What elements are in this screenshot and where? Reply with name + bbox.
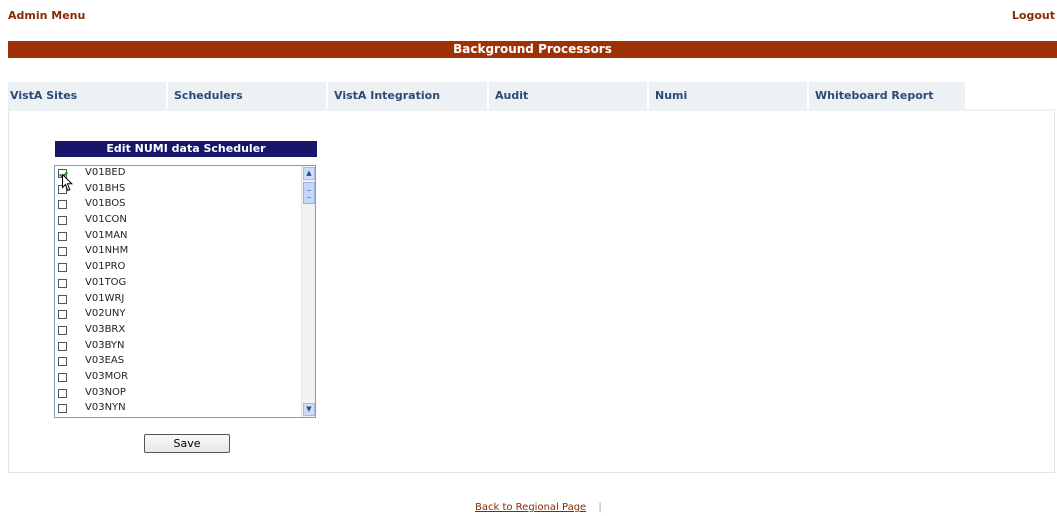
site-code-label: V01PRO (85, 261, 126, 273)
admin-menu-link[interactable]: Admin Menu (8, 9, 85, 22)
site-checkbox-row[interactable]: V01WRJ (55, 292, 301, 308)
site-code-label: V03MOR (85, 370, 129, 382)
page-title: Background Processors (8, 41, 1057, 58)
tab-numi[interactable]: Numi (649, 82, 807, 110)
site-code-label: V01WRJ (85, 292, 125, 304)
site-code-label: V03NYN (85, 402, 126, 414)
list-scrollbar[interactable]: ▲ ▼ (301, 166, 315, 417)
tab-bar: VistA Sites Schedulers VistA Integration… (8, 82, 967, 110)
site-checkbox[interactable] (58, 247, 67, 257)
footer-separator: | (598, 502, 602, 513)
site-checkbox[interactable] (58, 169, 67, 178)
site-checkbox-row[interactable]: V01MAN (55, 229, 301, 245)
site-checkbox[interactable] (58, 357, 67, 367)
site-checkbox-row[interactable]: V02UNY (55, 307, 301, 323)
site-code-label: V03BRX (85, 323, 126, 335)
scroll-up-arrow-icon[interactable]: ▲ (303, 167, 315, 180)
site-checkbox[interactable] (58, 310, 67, 320)
site-checkbox-row[interactable]: V03NYN (55, 401, 301, 417)
site-code-label: V03NOP (85, 386, 126, 398)
site-checkbox-row[interactable]: V03NOP (55, 386, 301, 402)
site-checkbox-row[interactable]: V03BRX (55, 323, 301, 339)
site-checkbox-row[interactable]: V03EAS (55, 354, 301, 370)
site-list-items: V01BED V01BHS V01BOS V01CON V01MAN V01NHM V01P… (55, 166, 301, 417)
tab-vista-sites[interactable]: VistA Sites (8, 82, 166, 110)
tab-vista-integration[interactable]: VistA Integration (328, 82, 487, 110)
tab-schedulers[interactable]: Schedulers (168, 82, 326, 110)
site-code-label: V01NHM (85, 245, 129, 257)
site-code-label: V01BED (85, 167, 126, 178)
site-checkbox[interactable] (58, 184, 67, 194)
site-checkbox[interactable] (58, 216, 67, 226)
site-checkbox[interactable] (58, 372, 67, 382)
site-checkbox-row[interactable]: V03BYN (55, 339, 301, 355)
site-checkbox-row[interactable]: V01BHS (55, 182, 301, 198)
site-checkbox[interactable] (58, 200, 67, 210)
save-button[interactable]: Save (144, 434, 230, 453)
scroll-thumb[interactable] (303, 182, 315, 204)
site-checkbox-row[interactable]: V01NHM (55, 244, 301, 260)
site-checkbox[interactable] (58, 294, 67, 304)
scroll-down-arrow-icon[interactable]: ▼ (303, 403, 315, 416)
footer: Back to Regional Page | (475, 502, 602, 513)
site-checkbox-row[interactable]: V01PRO (55, 260, 301, 276)
back-to-regional-page-link[interactable]: Back to Regional Page (475, 502, 586, 513)
site-checkbox-row[interactable]: V03MOR (55, 370, 301, 386)
site-code-label: V01BOS (85, 198, 126, 210)
site-checkbox[interactable] (58, 388, 67, 398)
site-code-label: V01TOG (85, 276, 127, 288)
site-checkbox-row[interactable]: V01BED (55, 166, 301, 182)
site-code-label: V03BYN (85, 339, 125, 351)
site-checkbox[interactable] (58, 231, 67, 241)
site-checkbox[interactable] (58, 278, 67, 288)
site-code-label: V03EAS (85, 355, 125, 367)
site-checkbox-row[interactable]: V01CON (55, 213, 301, 229)
site-code-label: V01CON (85, 214, 127, 226)
site-checkbox[interactable] (58, 325, 67, 335)
site-checkbox[interactable] (58, 341, 67, 351)
logout-link[interactable]: Logout (1012, 9, 1055, 22)
site-checkbox[interactable] (58, 263, 67, 273)
site-code-label: V02UNY (85, 308, 126, 320)
tab-whiteboard-report[interactable]: Whiteboard Report (809, 82, 965, 110)
site-checkbox-row[interactable]: V01BOS (55, 197, 301, 213)
tab-audit[interactable]: Audit (489, 82, 647, 110)
scheduler-title: Edit NUMI data Scheduler (55, 141, 317, 157)
site-checkbox[interactable] (58, 404, 67, 414)
site-code-label: V01BHS (85, 182, 126, 194)
site-code-label: V01MAN (85, 229, 128, 241)
site-checkbox-list[interactable]: V01BED V01BHS V01BOS V01CON V01MAN V01NHM V01P… (54, 165, 316, 418)
site-checkbox-row[interactable]: V01TOG (55, 276, 301, 292)
